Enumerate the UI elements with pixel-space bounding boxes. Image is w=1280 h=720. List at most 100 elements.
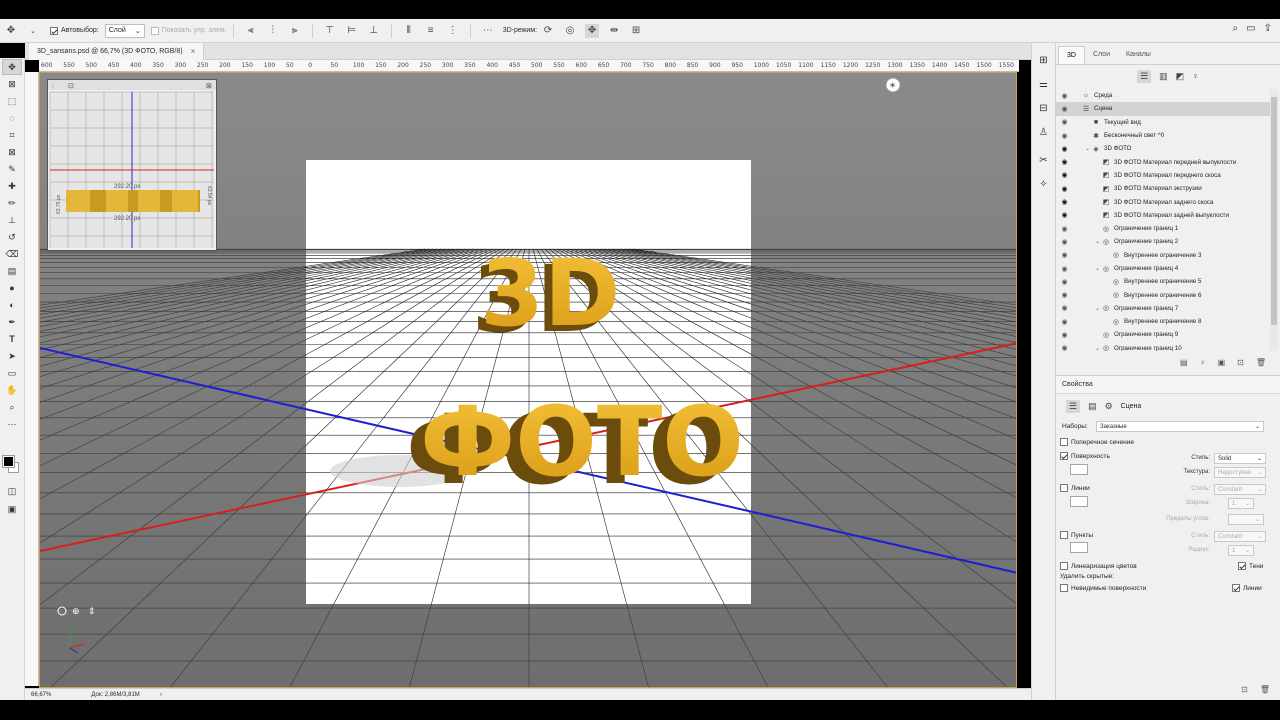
close-icon[interactable]: ⊠ [206,83,212,90]
camera-props-icon[interactable]: ▤ [1088,401,1097,412]
shadows-row[interactable]: Тени [1238,562,1263,570]
view-select-icon[interactable]: ⊡ [68,83,74,90]
render-icon[interactable]: ▤ [1180,358,1188,367]
render-icon[interactable]: ⊡ [1241,685,1248,694]
scene-tree-row[interactable]: ◉ ■ Текущий вид [1056,116,1270,129]
visibility-eye-icon[interactable]: ◉ [1060,318,1069,326]
brush-tool-icon[interactable]: ✏ [2,195,22,211]
delete-icon[interactable]: 🗑 [1256,358,1266,367]
frame-tool-icon[interactable]: ⊠ [2,144,22,160]
shape-tool-icon[interactable]: ▭ [2,365,22,381]
linearize-row[interactable]: Линеаризация цветов [1060,562,1137,570]
points-color-swatch[interactable] [1070,542,1088,553]
view-menu-icon[interactable]: ⫶ [52,82,54,90]
screen-mode-icon[interactable]: ▣ [2,501,22,517]
scene-tree-row[interactable]: ◉ ☰ Сцена [1056,102,1270,116]
scene-tree-row[interactable]: ◉ ☼ Среда [1056,89,1270,102]
scene-tree-row[interactable]: ◉ ⌄ ◎ Ограничение границ 10 [1056,342,1270,351]
scene-tree-row[interactable]: ◉ ◩ 3D ФОТО Материал заднего скоса [1056,195,1270,208]
foreground-color-swatch[interactable] [2,455,15,468]
lines-row[interactable]: Линии [1060,484,1090,492]
stamp-tool-icon[interactable]: ⊥ [2,212,22,228]
gradient-tool-icon[interactable]: ▤ [2,263,22,279]
move-tool-icon[interactable]: ✥ [4,24,18,38]
tab-3d[interactable]: 3D [1058,46,1085,64]
angle-threshold-field[interactable]: ⌄ [1228,514,1264,525]
material-filter-icon[interactable]: ◩ [1176,71,1185,82]
visibility-eye-icon[interactable]: ◉ [1060,185,1069,193]
visibility-eye-icon[interactable]: ◉ [1060,238,1069,246]
visibility-eye-icon[interactable]: ◉ [1060,304,1069,312]
align-right-icon[interactable]: ⫸ [288,24,302,38]
lines-hidden-row[interactable]: Линии [1232,584,1262,592]
visibility-eye-icon[interactable]: ◉ [1060,198,1069,206]
visibility-eye-icon[interactable]: ◉ [1060,211,1069,219]
orbit-3d-icon[interactable]: ⟳ [541,24,555,38]
align-middle-icon[interactable]: ⊨ [345,24,359,38]
adjustments-icon[interactable]: ⚌ [1035,75,1053,93]
distribute-h-icon[interactable]: ⦀ [402,24,416,38]
scene-tree-row[interactable]: ◉ ⌄ ◎ Ограничение границ 2 [1056,235,1270,248]
visibility-eye-icon[interactable]: ◉ [1060,158,1069,166]
autoselect-checkbox[interactable]: Автовыбор: [50,26,99,35]
status-menu-arrow[interactable]: › [160,692,162,698]
close-icon[interactable]: × [191,47,196,56]
points-style-dropdown[interactable]: Constant ⌄ [1214,531,1266,542]
backfaces-row[interactable]: Невидимые поверхности [1060,584,1146,592]
eyedropper-tool-icon[interactable]: ✎ [2,161,22,177]
distribute-v-icon[interactable]: ≡ [424,24,438,38]
delete-icon[interactable]: 🗑 [1260,685,1270,694]
radius-field[interactable]: 1 ⌄ [1228,545,1254,556]
align-top-icon[interactable]: ⊤ [323,24,337,38]
scene-props-icon[interactable]: ☰ [1066,399,1081,413]
pan-3d-icon[interactable]: ✥ [585,23,600,38]
document-tab[interactable]: 3D_sansans.psd @ 66,7% (3D ФОТО, RGB/8) … [29,43,205,60]
workspace-icon[interactable]: ▭ [1246,23,1255,34]
surface-row[interactable]: Поверхность [1060,452,1110,460]
chevron-down-icon[interactable]: ⌄ [1094,238,1101,245]
align-bottom-icon[interactable]: ⊥ [367,24,381,38]
blur-tool-icon[interactable]: ● [2,280,22,296]
lines-color-swatch[interactable] [1070,496,1088,507]
coord-props-icon[interactable]: ⚙ [1105,401,1113,412]
chevron-down-icon[interactable]: ⌄ [1094,265,1101,272]
lasso-tool-icon[interactable]: ◌ [2,110,22,126]
new-object-icon[interactable]: ▣ [1218,358,1226,367]
zoom-tool-icon[interactable]: ⌕ [2,399,22,415]
scene-filter-icon[interactable]: ☰ [1137,69,1152,83]
secondary-view-panel[interactable]: ⫶ ⊡ ⊠ 292.20 px 292.20 px 63.75 px 63.54… [47,79,217,251]
scene-tree-row[interactable]: ◉ ⌄ ◎ Ограничение границ 4 [1056,262,1270,275]
search-icon[interactable]: ⌕ [1233,23,1239,34]
scene-tree-row[interactable]: ◉ ◎ Внутреннее ограничение 5 [1056,275,1270,288]
lines-style-dropdown[interactable]: Constant ⌄ [1214,484,1266,495]
slide-3d-icon[interactable]: ⇹ [607,24,621,38]
autoselect-dropdown[interactable]: Слой ⌄ [104,23,145,38]
cross-section-row[interactable]: Поперечное сечение [1060,438,1134,446]
characters-icon[interactable]: ♙ [1035,123,1053,141]
tools-icon[interactable]: ✂ [1035,151,1053,169]
visibility-eye-icon[interactable]: ◉ [1060,105,1069,113]
surface-style-dropdown[interactable]: Solid ⌄ [1214,453,1266,464]
crop-tool-icon[interactable]: ⌗ [2,127,22,143]
visibility-eye-icon[interactable]: ◉ [1060,132,1069,140]
libraries-icon[interactable]: ✧ [1035,175,1053,193]
visibility-eye-icon[interactable]: ◉ [1060,225,1069,233]
mesh-filter-icon[interactable]: ▥ [1159,71,1168,82]
more-tools-icon[interactable]: ⋯ [2,416,22,432]
new-light-icon[interactable]: ♀ [1200,358,1206,367]
scene-tree-row[interactable]: ◉ ◩ 3D ФОТО Материал экструзии [1056,182,1270,195]
more-options-icon[interactable]: ⋯ [481,24,495,38]
move-tool-icon[interactable]: ✥ [2,59,22,75]
visibility-eye-icon[interactable]: ◉ [1060,344,1069,351]
chevron-down-icon[interactable]: ⌄ [26,24,40,38]
chevron-down-icon[interactable]: ⌄ [1094,305,1101,312]
properties-icon[interactable]: ⊟ [1035,99,1053,117]
visibility-eye-icon[interactable]: ◉ [1060,331,1069,339]
surface-color-swatch[interactable] [1070,464,1088,475]
points-row[interactable]: Пункты [1060,531,1093,539]
scene-tree-row[interactable]: ◉ ◩ 3D ФОТО Материал передней выпуклости [1056,155,1270,168]
eraser-tool-icon[interactable]: ⌫ [2,246,22,262]
history-icon[interactable]: ⊞ [1035,51,1053,69]
scene-tree-row[interactable]: ◉ ◎ Внутреннее ограничение 6 [1056,288,1270,301]
pen-tool-icon[interactable]: ✒ [2,314,22,330]
